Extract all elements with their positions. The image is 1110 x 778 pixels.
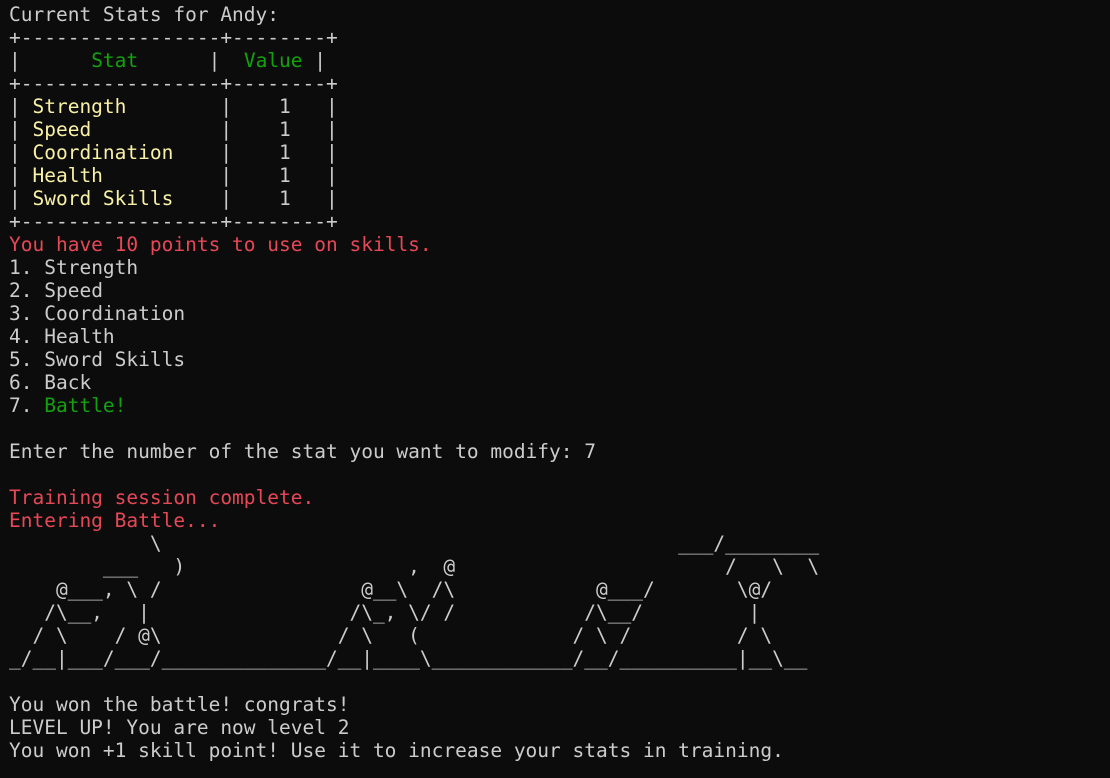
stat-value: 1 [279, 164, 291, 187]
table-border-mid: +-----------------+--------+ [9, 72, 338, 95]
stat-name: Strength [32, 95, 127, 118]
battle-ascii-art-line: ___ ) , @ / \ \ [9, 555, 820, 578]
stat-column-header: Stat [91, 49, 139, 72]
stats-header: Current Stats for Andy: [9, 3, 280, 26]
value-column-header: Value [243, 49, 303, 72]
menu-number: 6. [9, 371, 45, 394]
skill-reward-message: You won +1 skill point! Use it to increa… [9, 739, 784, 762]
table-row: | Coordination | 1 | [9, 141, 338, 164]
prompt-text: Enter the number of the stat you want to… [9, 440, 585, 463]
menu-number: 4. [9, 325, 45, 348]
input-prompt-line: Enter the number of the stat you want to… [9, 440, 1110, 463]
menu-label: Back [44, 371, 92, 394]
battle-ascii-art-line: @___, \ / @__\ /\ @___/ \@/ [9, 578, 773, 601]
table-row: | Speed | 1 | [9, 118, 338, 141]
level-up-message: LEVEL UP! You are now level 2 [9, 716, 350, 739]
menu-label: Strength [44, 256, 139, 279]
menu-number: 2. [9, 279, 45, 302]
stat-value: 1 [279, 141, 291, 164]
menu-number: 5. [9, 348, 45, 371]
points-message: You have 10 points to use on skills. [9, 233, 432, 256]
table-row: | Strength | 1 | [9, 95, 338, 118]
menu-item-back: 6. Back [9, 371, 1110, 394]
battle-ascii-art-line: _/__|___/___/______________/__|____\____… [9, 647, 808, 670]
menu-label: Battle! [44, 394, 127, 417]
menu-item-strength: 1. Strength [9, 256, 1110, 279]
menu-label: Health [44, 325, 115, 348]
menu-item-health: 4. Health [9, 325, 1110, 348]
table-border-bottom: +-----------------+--------+ [9, 210, 338, 233]
menu-number: 1. [9, 256, 45, 279]
stat-value: 1 [279, 118, 291, 141]
stat-name: Coordination [32, 141, 174, 164]
menu-number: 7. [9, 394, 45, 417]
terminal-window[interactable]: Current Stats for Andy: +---------------… [0, 0, 1110, 778]
menu-item-battle: 7. Battle! [9, 394, 1110, 417]
menu-item-coordination: 3. Coordination [9, 302, 1110, 325]
table-header-row: | Stat | Value | [9, 49, 327, 72]
stat-name: Sword Skills [32, 187, 174, 210]
stat-name: Health [32, 164, 103, 187]
battle-result-message: You won the battle! congrats! [9, 693, 350, 716]
training-complete-message: Training session complete. [9, 486, 315, 509]
stat-value: 1 [279, 95, 291, 118]
menu-item-sword-skills: 5. Sword Skills [9, 348, 1110, 371]
prompt-input[interactable]: 7 [584, 440, 596, 463]
stat-value: 1 [279, 187, 291, 210]
menu-label: Speed [44, 279, 103, 302]
table-row: | Sword Skills | 1 | [9, 187, 338, 210]
menu-number: 3. [9, 302, 45, 325]
battle-ascii-art-line: / \ / @\ / \ ( / \ / / \ [9, 624, 773, 647]
battle-ascii-art-line: /\__, | /\_, \/ / /\__/ | [9, 601, 761, 624]
entering-battle-message: Entering Battle... [9, 509, 221, 532]
menu-label: Coordination [44, 302, 186, 325]
battle-ascii-art-line: \ ___/________ [9, 532, 820, 555]
table-border-top: +-----------------+--------+ [9, 26, 338, 49]
menu-label: Sword Skills [44, 348, 186, 371]
menu-item-speed: 2. Speed [9, 279, 1110, 302]
stat-name: Speed [32, 118, 92, 141]
table-row: | Health | 1 | [9, 164, 338, 187]
